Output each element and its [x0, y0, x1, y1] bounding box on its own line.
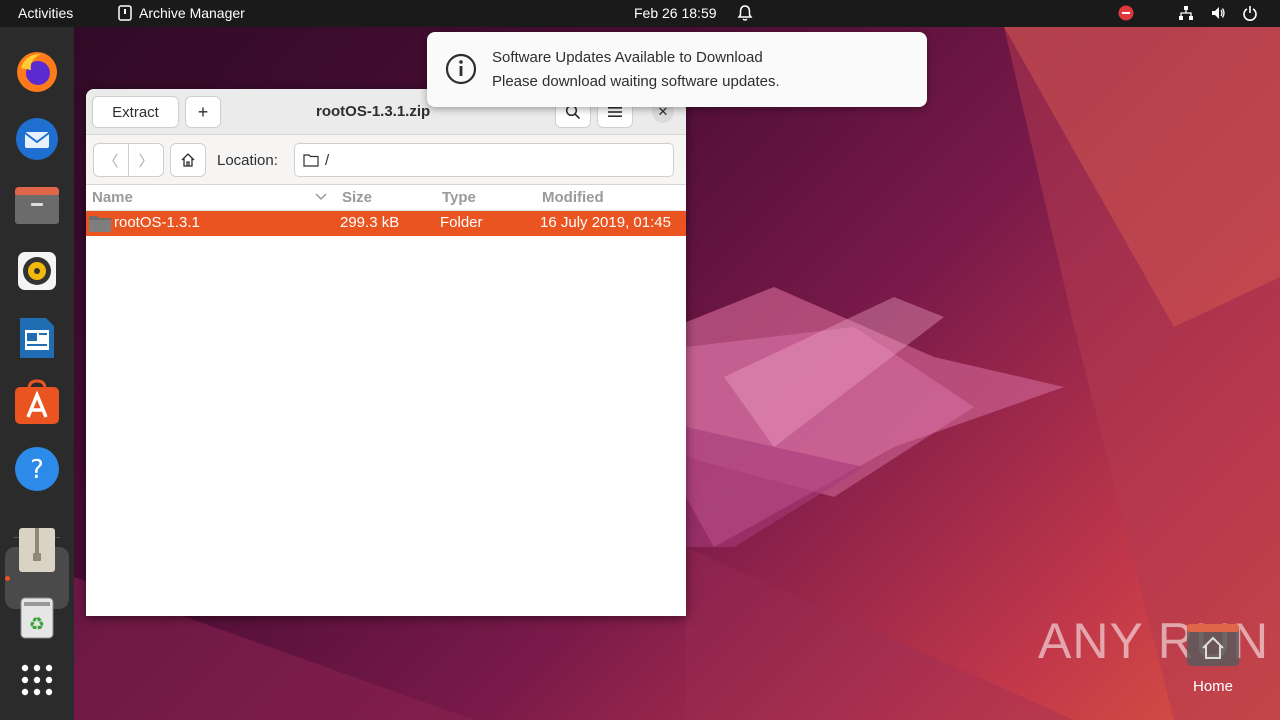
notification-body: Please download waiting software updates… [492, 73, 780, 90]
archive-manager-icon[interactable] [12, 525, 62, 575]
column-header-modified[interactable]: Modified [542, 189, 604, 206]
hamburger-menu-icon [608, 107, 622, 117]
info-icon [445, 53, 477, 85]
desktop-home-label: Home [1193, 678, 1234, 695]
network-icon[interactable] [1178, 5, 1194, 21]
home-button[interactable] [170, 143, 206, 177]
add-files-button[interactable]: + [185, 96, 221, 128]
help-icon[interactable]: ? [12, 444, 62, 494]
activities-button[interactable]: Activities [18, 5, 73, 21]
chevron-right-icon: 〉 [138, 152, 154, 170]
location-label: Location: [217, 152, 278, 169]
clock[interactable]: Feb 26 18:59 [634, 5, 717, 21]
column-headers: Name Size Type Modified [86, 185, 686, 211]
app-menu[interactable]: Archive Manager [118, 5, 245, 21]
system-tray[interactable] [1118, 5, 1258, 21]
rhythmbox-icon[interactable] [12, 246, 62, 296]
archive-manager-window: Extract + rootOS-1.3.1.zip ✕ 〈 〉 Locatio… [86, 89, 686, 616]
firefox-icon[interactable] [12, 47, 62, 97]
table-row[interactable]: rootOS-1.3.1 299.3 kB Folder 16 July 201… [86, 211, 686, 236]
trash-icon[interactable]: ♻ [12, 593, 62, 643]
row-modified: 16 July 2019, 01:45 [540, 214, 671, 231]
column-header-type[interactable]: Type [442, 189, 476, 206]
folder-icon [303, 154, 319, 167]
row-size: 299.3 kB [340, 214, 400, 231]
thunderbird-icon[interactable] [12, 113, 62, 163]
writer-icon[interactable] [12, 313, 62, 363]
back-button[interactable]: 〈 [93, 143, 129, 177]
chevron-left-icon: 〈 [103, 152, 119, 170]
svg-text:?: ? [30, 455, 44, 485]
row-name: rootOS-1.3.1 [114, 214, 200, 231]
notification-banner[interactable]: Software Updates Available to Download P… [427, 32, 927, 107]
notification-bell-icon[interactable] [737, 4, 753, 25]
column-header-size[interactable]: Size [342, 189, 372, 206]
column-header-name[interactable]: Name [92, 189, 133, 206]
app-name: Archive Manager [139, 5, 245, 21]
top-bar: Activities Archive Manager Feb 26 18:59 [0, 0, 1280, 27]
archive-app-icon [118, 5, 132, 21]
location-value: / [325, 151, 330, 169]
dock: ? ♻ [0, 27, 74, 720]
folder-icon [88, 213, 112, 237]
window-title: rootOS-1.3.1.zip [316, 103, 431, 120]
software-icon[interactable] [12, 377, 62, 427]
extract-button[interactable]: Extract [92, 96, 179, 128]
location-bar: 〈 〉 Location: / [86, 135, 686, 185]
app-grid-icon[interactable] [12, 655, 62, 705]
location-input[interactable]: / [294, 143, 674, 177]
home-icon [181, 153, 195, 167]
svg-text:♻: ♻ [29, 614, 45, 635]
do-not-disturb-icon[interactable] [1118, 5, 1134, 21]
row-type: Folder [440, 214, 483, 231]
volume-icon[interactable] [1210, 5, 1226, 21]
desktop-home-icon[interactable] [1185, 620, 1241, 668]
forward-button[interactable]: 〉 [128, 143, 164, 177]
files-icon[interactable] [12, 180, 62, 230]
notification-title: Software Updates Available to Download [492, 49, 763, 66]
running-indicator [5, 576, 10, 581]
power-icon[interactable] [1242, 5, 1258, 21]
sort-chevron-down-icon[interactable] [315, 188, 327, 205]
